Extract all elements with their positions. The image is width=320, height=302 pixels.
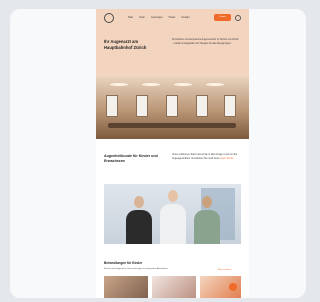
nav-link-start[interactable]: Start [128,16,133,20]
nav-links: Start Team Leistungen Praxis Kontakt [128,16,189,20]
team-member [126,196,152,244]
hero-section: Start Team Leistungen Praxis Kontakt Ter… [96,9,249,139]
globe-icon[interactable] [235,15,241,21]
ceiling-light [174,83,192,86]
window [136,95,148,117]
section-text-eye-care: Unser erfahrenes Team betreut Sie in all… [172,154,240,161]
section-title-eye-care: Augenheilkunde für Kinder und Erwachsene [104,154,158,163]
person-head [168,190,178,202]
more-link[interactable]: Mehr erfahren [218,269,231,271]
person-head [202,196,212,208]
window [196,95,208,117]
hero-text: Persönliche und kompetente Augenmedizin … [172,39,239,45]
appointment-link[interactable]: einen Termin. [220,158,234,160]
section-text-children: Sanfte und kindgerechte Untersuchungen i… [104,268,169,270]
person-body [160,204,186,244]
reception-desk [108,123,236,128]
window [224,95,236,117]
person-body [194,210,220,244]
treatment-gallery [104,276,249,298]
ceiling-light [206,83,224,86]
team-member [160,190,186,244]
section-title-children: Behandlungen für Kinder [104,261,143,265]
person-body [126,210,152,244]
treatment-photo[interactable] [152,276,196,298]
practice-interior-photo [96,77,249,139]
hero-title: Ihr Augenarzt am Hauptbahnhof Zürich [104,39,147,50]
ceiling-light [110,83,128,86]
ceiling-light [142,83,160,86]
window [106,95,118,117]
appointment-button[interactable]: Termin [214,14,231,21]
nav-link-leistungen[interactable]: Leistungen [151,16,163,20]
window [166,95,178,117]
nav-link-kontakt[interactable]: Kontakt [181,16,189,20]
nav-link-praxis[interactable]: Praxis [169,16,176,20]
arrow-up-icon[interactable] [229,283,237,291]
treatment-photo[interactable] [104,276,148,298]
logo-icon[interactable] [104,13,114,23]
nav-link-team[interactable]: Team [139,16,145,20]
team-photo [104,184,241,244]
preview-card: Start Team Leistungen Praxis Kontakt Ter… [10,9,306,298]
website-preview[interactable]: Start Team Leistungen Praxis Kontakt Ter… [96,9,249,298]
person-head [134,196,144,208]
top-navigation: Start Team Leistungen Praxis Kontakt Ter… [96,9,249,27]
team-member [194,196,220,244]
